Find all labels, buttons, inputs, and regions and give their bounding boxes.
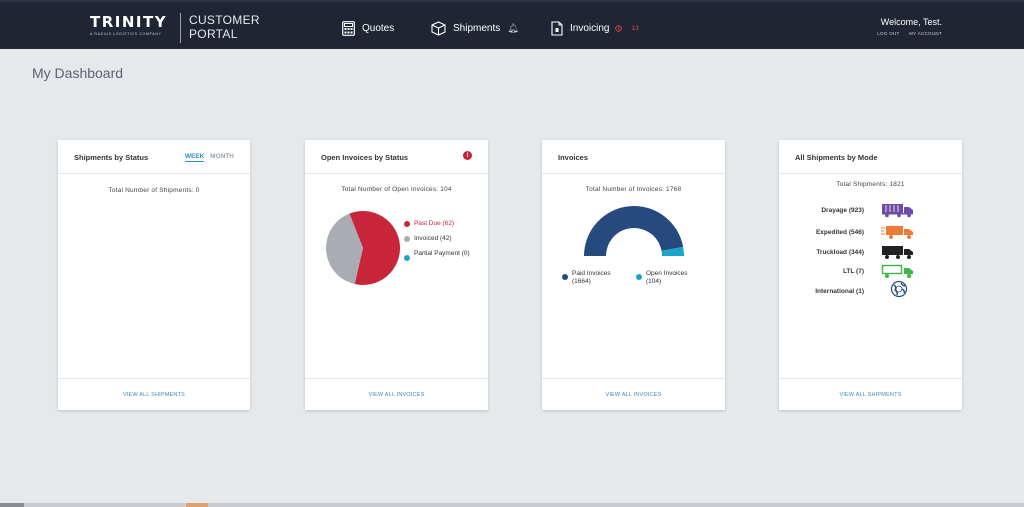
legend-label: Past Due (62): [414, 220, 455, 227]
card-header: All Shipments by Mode: [779, 140, 962, 174]
card-footer: VIEW ALL SHIPMENTS: [58, 378, 250, 410]
mode-label: International (1): [815, 288, 864, 295]
logout-link[interactable]: LOG OUT: [877, 31, 899, 36]
view-all-invoices-link[interactable]: VIEW ALL INVOICES: [605, 392, 661, 398]
mode-row-international[interactable]: International (1): [779, 280, 962, 301]
card-footer: VIEW ALL SHIPMENTS: [779, 378, 962, 410]
period-tabs: WEEK MONTH: [184, 153, 234, 162]
container-truck-icon: [882, 204, 913, 218]
invoice-alert-badge[interactable]: 13: [615, 24, 639, 32]
view-all-shipments-link[interactable]: VIEW ALL SHIPMENTS: [123, 392, 185, 398]
legend-swatch: [636, 274, 642, 280]
legend-label: Open Invoices (104): [646, 270, 688, 285]
mode-label: LTL (7): [842, 268, 864, 275]
mode-row-ltl[interactable]: LTL (7): [779, 263, 962, 281]
legend-label: Paid Invoices (1664): [572, 270, 611, 285]
mode-row-expedited[interactable]: Expedited (546): [779, 224, 962, 242]
nav-shipments-label: Shipments: [453, 22, 501, 34]
taskbar-segment: [0, 503, 24, 507]
legend-swatch: [404, 221, 410, 227]
total-shipments-text: Total Shipments: 1821: [836, 181, 905, 188]
card-title: Invoices: [558, 153, 589, 162]
taskbar-segment: [186, 503, 208, 507]
legend-swatch: [562, 274, 568, 280]
total-invoices-text: Total Number of Invoices: 1768: [585, 186, 682, 193]
nav-quotes[interactable]: Quotes: [342, 18, 394, 38]
mode-row-drayage[interactable]: Drayage (923): [779, 202, 962, 220]
portal-title-line2: PORTAL: [189, 26, 238, 41]
my-account-link[interactable]: MY ACCOUNT: [909, 31, 942, 36]
card-footer: VIEW ALL INVOICES: [542, 378, 725, 410]
logo-divider: [180, 13, 181, 43]
total-open-invoices-text: Total Number of Open Invoices: 104: [341, 186, 452, 193]
trinity-logo[interactable]: TRINITY A RADIUS LOGISTICS COMPANY: [90, 13, 168, 37]
legend-swatch: [404, 255, 410, 261]
legend-label: Partial Payment (0): [414, 250, 470, 257]
shipments-by-status-card: Shipments by Status WEEK MONTH Total Num…: [58, 140, 250, 410]
view-all-shipments-link[interactable]: VIEW ALL SHIPMENTS: [839, 392, 901, 398]
portal-title: CUSTOMER PORTAL: [189, 13, 260, 41]
tab-month[interactable]: MONTH: [210, 153, 234, 160]
tab-week[interactable]: WEEK: [184, 153, 205, 162]
mode-row-truckload[interactable]: Truckload (344): [779, 244, 962, 262]
mode-label: Truckload (344): [816, 249, 864, 256]
truck-icon: [882, 246, 913, 259]
view-all-invoices-link[interactable]: VIEW ALL INVOICES: [368, 392, 424, 398]
legend-label: Invoiced (42): [414, 235, 452, 242]
total-shipments-text: Total Number of Shipments: 0: [108, 187, 200, 194]
open-invoices-card: Open Invoices by Status ! Total Number o…: [305, 140, 488, 410]
portal-title-line1: CUSTOMER: [189, 13, 260, 27]
legend-swatch: [404, 236, 410, 242]
card-title: All Shipments by Mode: [795, 153, 878, 162]
card-footer: VIEW ALL INVOICES: [305, 378, 488, 410]
welcome-text: Welcome, Test.: [880, 17, 942, 27]
bell-icon[interactable]: 🔔︎: [507, 23, 518, 34]
document-icon: [551, 20, 563, 36]
nav-invoicing-label: Invoicing: [570, 22, 610, 34]
alert-clock-icon: [615, 24, 623, 32]
nav-shipments[interactable]: Shipments 🔔︎: [431, 18, 519, 38]
calculator-icon: [342, 20, 355, 36]
card-title: Shipments by Status: [74, 153, 149, 162]
nav-invoicing[interactable]: Invoicing 13: [551, 18, 639, 38]
mode-label: Drayage (923): [821, 207, 864, 214]
invoices-half-donut-chart: [584, 206, 684, 256]
card-header: Open Invoices by Status !: [305, 140, 488, 174]
card-header: Shipments by Status WEEK MONTH: [58, 140, 250, 174]
alert-icon[interactable]: !: [463, 151, 472, 160]
welcome-panel: Welcome, Test. LOG OUT MY ACCOUNT: [869, 17, 942, 36]
nav-quotes-label: Quotes: [362, 22, 395, 34]
expedited-truck-icon: [881, 226, 913, 239]
top-navigation-bar: TRINITY A RADIUS LOGISTICS COMPANY CUSTO…: [0, 0, 1024, 49]
card-header: Invoices: [542, 140, 725, 174]
mode-label: Expedited (546): [815, 229, 864, 236]
logo-wordmark: TRINITY: [90, 13, 168, 31]
box-icon: [431, 20, 446, 36]
page-title: My Dashboard: [32, 65, 124, 81]
donut-segment-paid-invoices[interactable]: [584, 206, 684, 256]
card-title: Open Invoices by Status: [321, 153, 409, 162]
invoices-card: Invoices Total Number of Invoices: 1768 …: [542, 140, 725, 410]
globe-icon: [890, 280, 908, 298]
invoice-alert-count: 13: [631, 24, 639, 32]
taskbar-strip: [0, 503, 1024, 507]
logo-tagline: A RADIUS LOGISTICS COMPANY: [90, 32, 162, 36]
open-invoices-pie-chart: [326, 211, 400, 285]
ltl-truck-icon: [881, 264, 913, 278]
shipments-by-mode-card: All Shipments by Mode Total Shipments: 1…: [779, 140, 962, 410]
